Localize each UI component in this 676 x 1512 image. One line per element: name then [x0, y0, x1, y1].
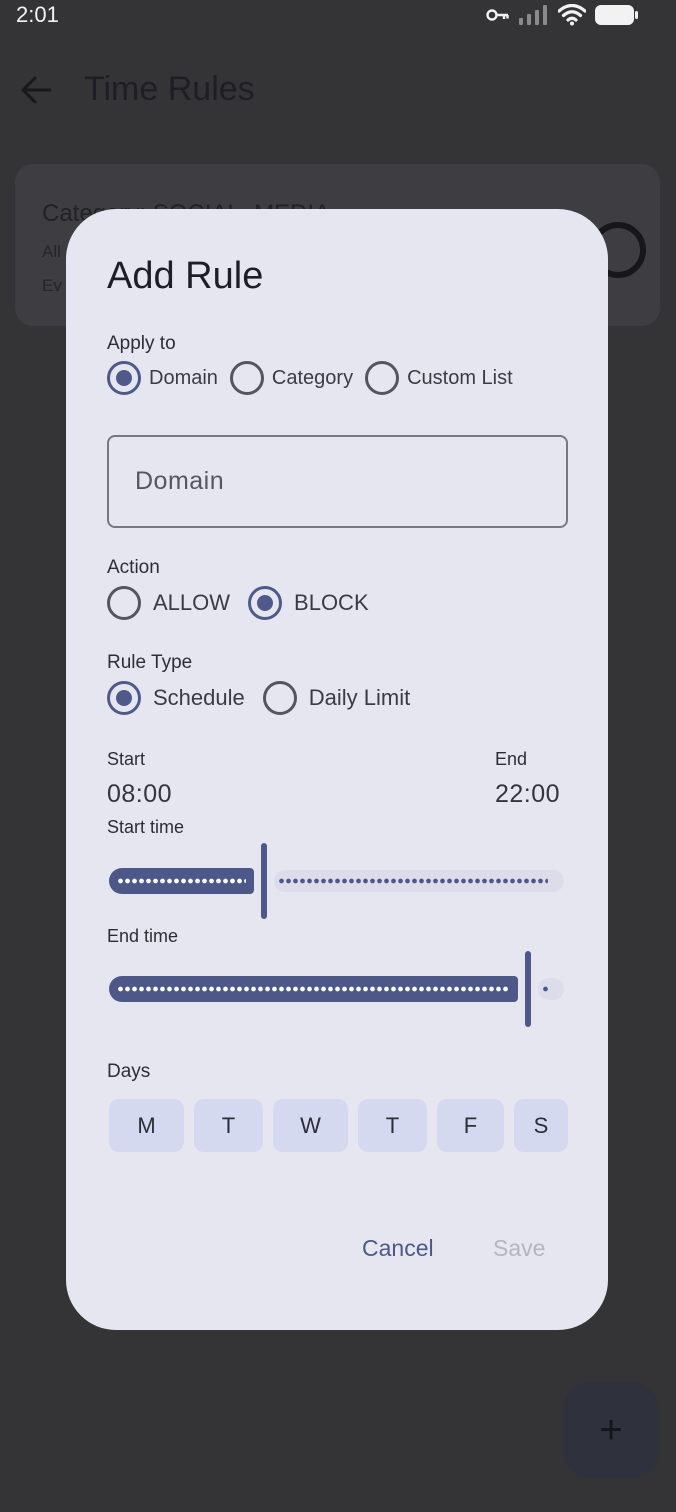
radio-block-label: BLOCK	[294, 590, 369, 615]
apply-to-radio-group: Domain Category Custom List	[107, 361, 525, 395]
radio-custom-list-label: Custom List	[407, 366, 513, 389]
radio-allow-label: ALLOW	[153, 590, 231, 615]
apply-to-custom-list-option[interactable]: Custom List	[365, 361, 513, 395]
days-label: Days	[107, 1061, 151, 1082]
radio-schedule-label: Schedule	[153, 685, 245, 710]
radio-domain[interactable]	[107, 361, 141, 395]
end-time-slider[interactable]	[109, 951, 564, 1027]
end-label: End	[495, 749, 528, 769]
day-friday[interactable]: F	[437, 1099, 504, 1152]
slider-thumb[interactable]	[261, 843, 267, 919]
action-label: Action	[107, 557, 160, 578]
radio-allow[interactable]	[107, 586, 141, 620]
status-icons	[486, 4, 640, 26]
rule-type-daily-limit-option[interactable]: Daily Limit	[262, 681, 411, 715]
status-time: 2:01	[16, 2, 59, 27]
radio-block[interactable]	[248, 586, 283, 620]
end-time-value: 22:00	[495, 780, 561, 808]
day-saturday[interactable]: S	[514, 1099, 568, 1152]
slider-inactive-ticks	[278, 875, 548, 887]
action-block-option[interactable]: BLOCK	[248, 586, 369, 620]
back-arrow-icon[interactable]	[20, 76, 52, 104]
rule-type-radio-group: Schedule Daily Limit	[107, 681, 422, 715]
day-monday[interactable]: M	[109, 1099, 184, 1152]
days-row: M T W T F S	[109, 1099, 568, 1152]
radio-daily-limit-label: Daily Limit	[308, 685, 411, 710]
page-title: Time Rules	[84, 70, 255, 108]
radio-domain-label: Domain	[149, 366, 218, 389]
action-allow-option[interactable]: ALLOW	[107, 586, 230, 620]
wifi-icon	[558, 4, 586, 26]
domain-field[interactable]	[107, 435, 568, 528]
radio-custom-list[interactable]	[365, 361, 400, 395]
plus-icon: +	[599, 1408, 623, 1452]
rule-type-schedule-option[interactable]: Schedule	[107, 681, 245, 715]
battery-icon	[595, 5, 638, 25]
rule-card-detail-2: Ev	[42, 276, 62, 295]
signal-icon	[519, 5, 547, 25]
rule-card-detail: All	[42, 242, 61, 261]
slider-thumb[interactable]	[525, 951, 531, 1027]
dialog-title: Add Rule	[107, 255, 264, 297]
radio-schedule[interactable]	[107, 681, 141, 715]
apply-to-label: Apply to	[107, 333, 176, 354]
day-wednesday[interactable]: W	[273, 1099, 348, 1152]
end-time-slider-label: End time	[107, 926, 179, 946]
day-tuesday[interactable]: T	[194, 1099, 263, 1152]
slider-inactive-ticks	[542, 983, 548, 995]
start-time-slider-label: Start time	[107, 817, 185, 837]
action-radio-group: ALLOW BLOCK	[107, 586, 381, 620]
domain-input[interactable]	[109, 437, 566, 526]
apply-to-domain-option[interactable]: Domain	[107, 361, 218, 395]
start-time-value: 08:00	[107, 780, 173, 808]
apply-to-category-option[interactable]: Category	[229, 361, 354, 395]
add-rule-fab[interactable]: +	[564, 1383, 658, 1477]
cancel-button[interactable]: Cancel	[362, 1235, 434, 1262]
status-bar: 2:01	[0, 0, 676, 40]
slider-active-ticks	[117, 983, 510, 995]
vpn-key-icon	[486, 9, 509, 21]
start-label: Start	[107, 749, 146, 769]
start-time-slider[interactable]	[109, 843, 564, 919]
day-thursday[interactable]: T	[358, 1099, 427, 1152]
add-rule-dialog: Add Rule Apply to Domain Category Custom…	[66, 209, 608, 1330]
slider-active-ticks	[117, 875, 246, 887]
radio-category[interactable]	[229, 361, 264, 395]
radio-daily-limit[interactable]	[262, 681, 297, 715]
save-button[interactable]: Save	[493, 1235, 545, 1262]
radio-category-label: Category	[271, 366, 354, 389]
rule-type-label: Rule Type	[107, 652, 193, 673]
app-bar: Time Rules	[0, 60, 676, 120]
